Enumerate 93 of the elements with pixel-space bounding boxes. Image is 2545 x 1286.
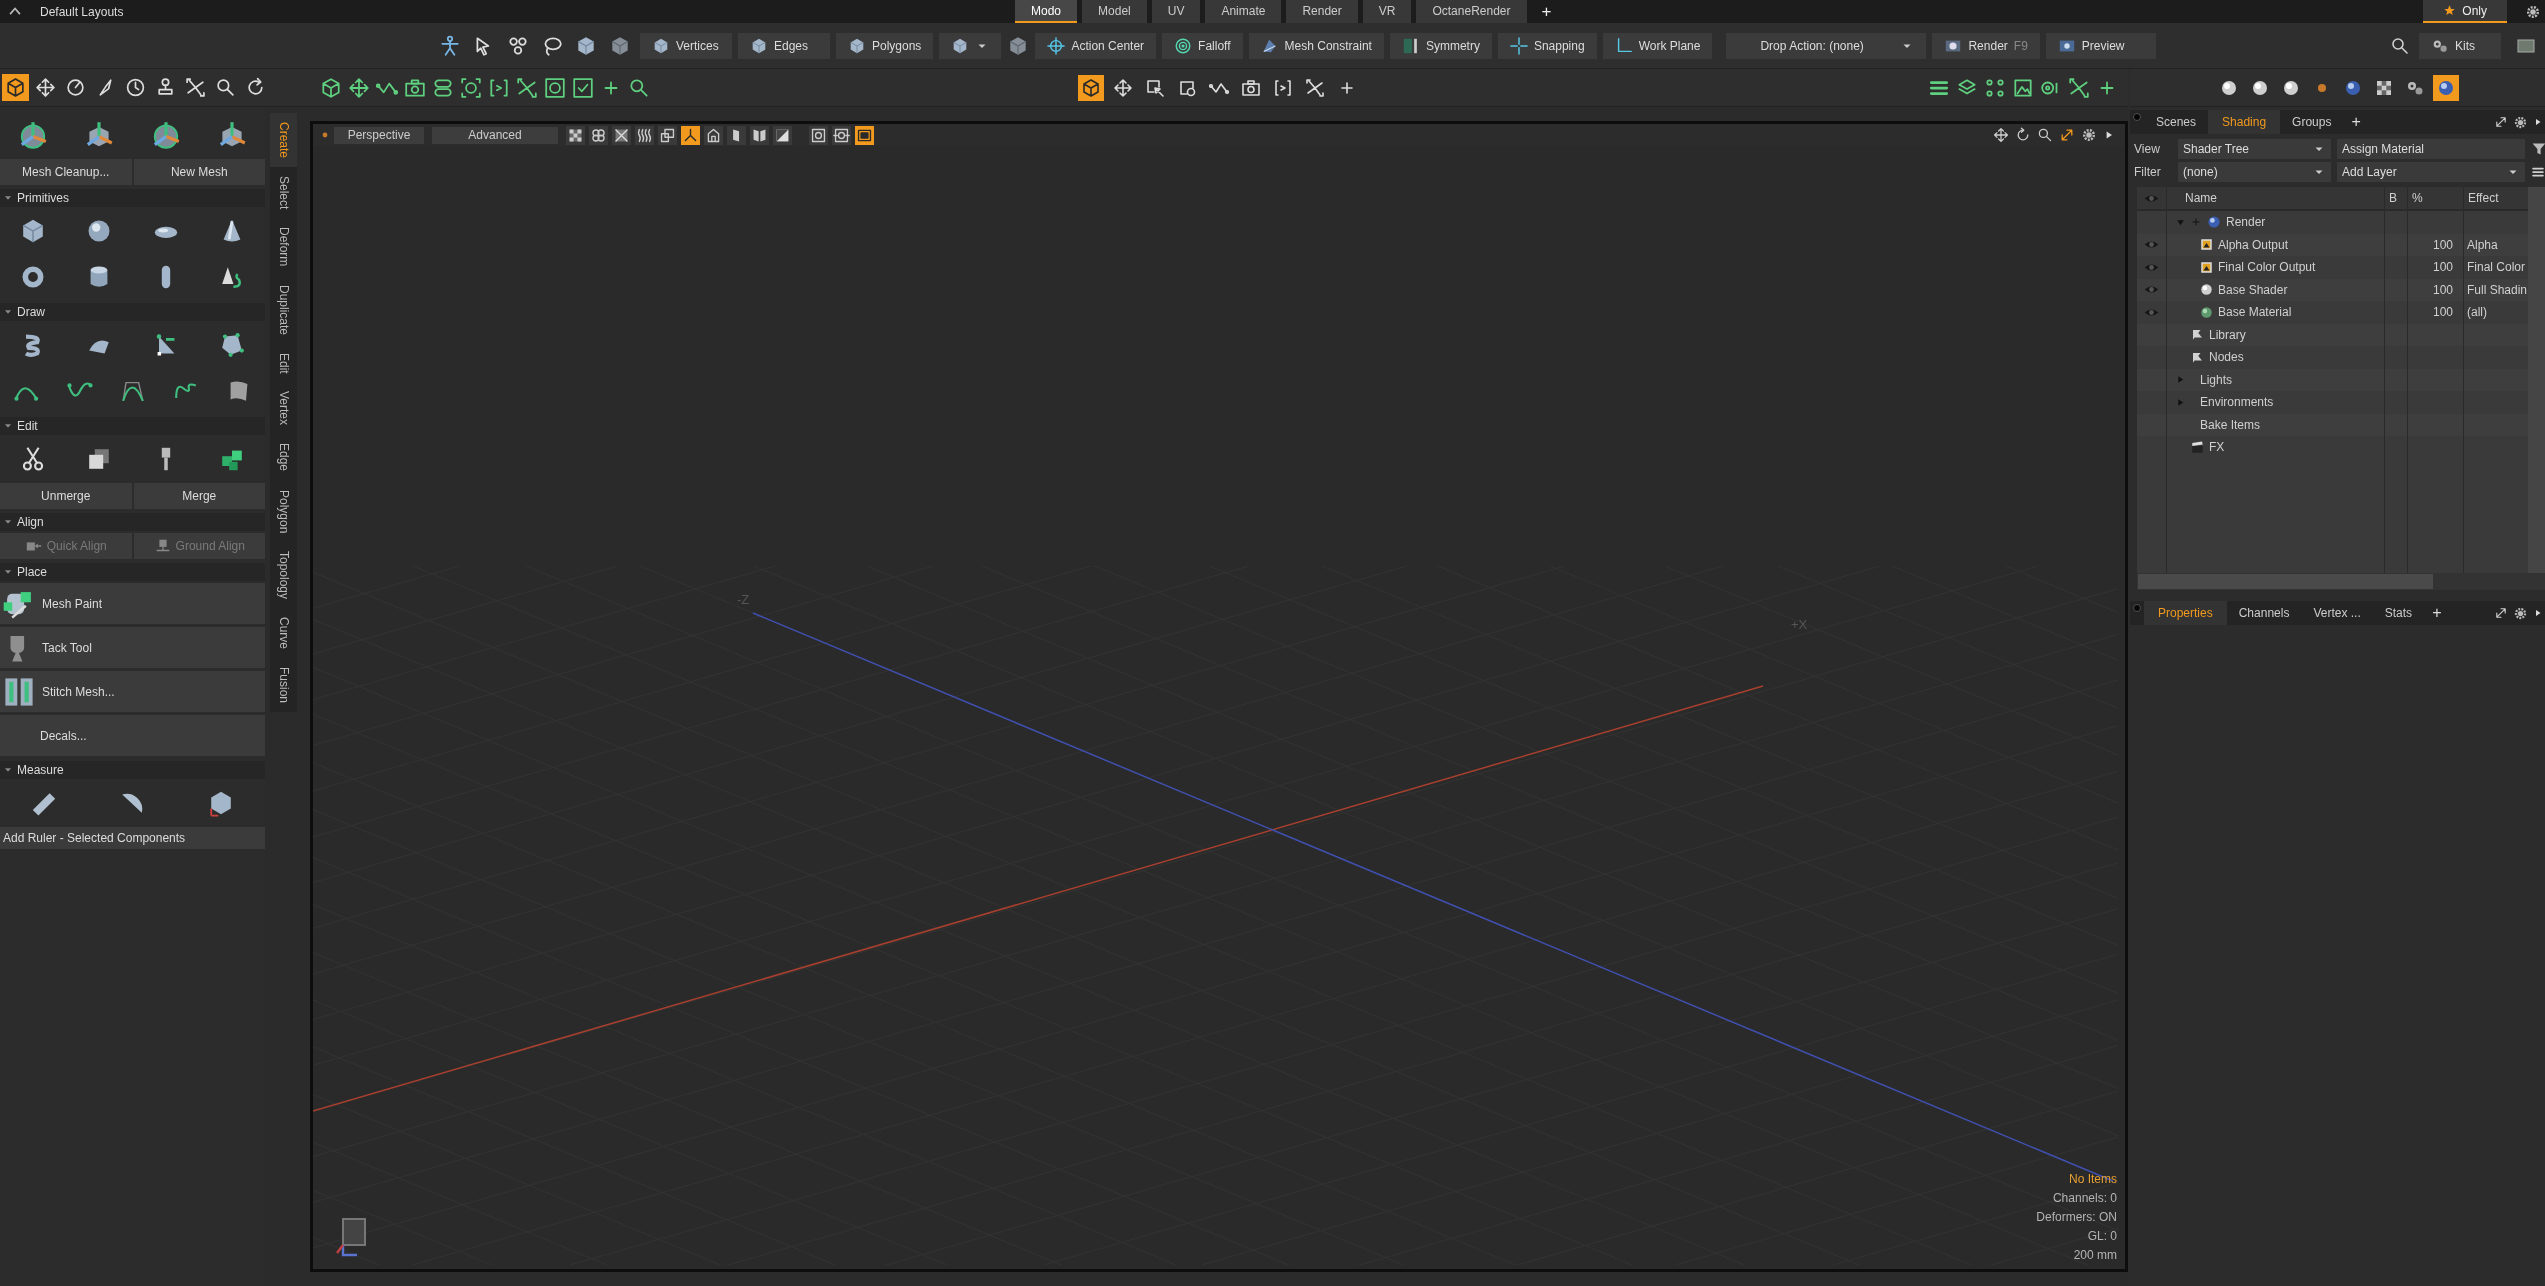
tool-button[interactable]: Stitch Mesh... bbox=[0, 671, 265, 712]
preview-button[interactable]: Preview bbox=[2045, 32, 2156, 59]
tool-button[interactable]: Action Center bbox=[1035, 32, 1157, 59]
layout-tab[interactable]: Render bbox=[1286, 0, 1358, 23]
tree-item-label[interactable]: Alpha Output bbox=[2218, 237, 2289, 252]
kits-button[interactable]: Kits bbox=[2419, 32, 2501, 59]
side-tab[interactable]: Edit bbox=[270, 343, 297, 383]
section-title: Place bbox=[17, 565, 48, 579]
stats-line: Channels: 0 bbox=[2052, 1190, 2117, 1207]
panel-tab[interactable]: Vertex ... bbox=[2301, 601, 2373, 625]
view-dropdown[interactable]: Perspective bbox=[334, 126, 424, 144]
tool-button[interactable]: New Mesh bbox=[133, 159, 265, 185]
tool-button[interactable]: Merge bbox=[133, 483, 265, 509]
effect-cell: (all) bbox=[2467, 305, 2487, 320]
side-tab[interactable]: Duplicate bbox=[270, 275, 297, 344]
shortcut-label: F9 bbox=[2013, 38, 2028, 53]
column-header[interactable]: % bbox=[2408, 187, 2464, 209]
column-header[interactable]: Name bbox=[2167, 187, 2385, 209]
tree-item-label[interactable]: Bake Items bbox=[2200, 417, 2261, 432]
section-title: Measure bbox=[17, 763, 64, 777]
add-tab-button[interactable]: + bbox=[2343, 110, 2369, 134]
tool-button[interactable]: Unmerge bbox=[0, 483, 132, 509]
panel-tab[interactable]: Scenes bbox=[2144, 110, 2209, 134]
selection-status: No Items bbox=[2069, 1171, 2117, 1188]
layout-tab[interactable]: Model bbox=[1082, 0, 1147, 23]
layout-title[interactable]: Default Layouts bbox=[30, 0, 1015, 23]
view-label: View bbox=[2133, 142, 2161, 156]
side-tab[interactable]: Select bbox=[270, 167, 297, 219]
effect-cell: Full Shadin bbox=[2467, 282, 2528, 297]
assign-material-button[interactable]: Assign Material bbox=[2337, 139, 2525, 159]
layout-tab[interactable]: Animate bbox=[1205, 0, 1282, 23]
tree-item-label[interactable]: Render bbox=[2226, 215, 2266, 230]
side-tab[interactable]: Create bbox=[270, 113, 297, 168]
layout-tab[interactable]: OctaneRender bbox=[1416, 0, 1527, 23]
percent-cell: 100 bbox=[2432, 260, 2453, 275]
layout-tab[interactable]: Modo bbox=[1015, 0, 1078, 23]
side-tab[interactable]: Vertex bbox=[270, 382, 297, 435]
percent-cell: 100 bbox=[2432, 282, 2453, 297]
effect-cell: Final Color bbox=[2467, 260, 2526, 275]
add-layout-button[interactable]: + bbox=[1531, 0, 1562, 23]
add-tab-button[interactable]: + bbox=[2424, 601, 2450, 625]
stats-line: 200 mm bbox=[2073, 1247, 2117, 1264]
tool-button[interactable]: Decals... bbox=[0, 715, 265, 756]
panel-tab[interactable]: Channels bbox=[2226, 601, 2302, 625]
percent-cell: 100 bbox=[2432, 305, 2453, 320]
tool-button[interactable]: Mesh Cleanup... bbox=[0, 159, 132, 185]
side-tab[interactable]: Polygon bbox=[270, 480, 297, 542]
tool-button[interactable]: Falloff bbox=[1162, 32, 1243, 59]
section-title: Draw bbox=[17, 305, 45, 319]
tree-item-label[interactable]: Lights bbox=[2200, 372, 2233, 387]
layout-tab[interactable]: VR bbox=[1362, 0, 1412, 23]
side-tab[interactable]: Deform bbox=[270, 218, 297, 276]
selection-mode-button[interactable]: Vertices bbox=[640, 32, 732, 59]
tree-item-label[interactable]: Library bbox=[2209, 327, 2246, 342]
render-button[interactable]: Render F9 bbox=[1932, 32, 2040, 59]
column-header[interactable]: B bbox=[2385, 187, 2408, 209]
panel-tab[interactable]: Properties bbox=[2144, 601, 2227, 625]
view-dropdown[interactable]: Shader Tree bbox=[2178, 139, 2331, 159]
side-tab[interactable]: Curve bbox=[270, 607, 297, 658]
tool-button[interactable]: Mesh Paint bbox=[0, 583, 265, 624]
add-layer-dropdown[interactable]: Add Layer bbox=[2337, 162, 2525, 182]
stats-line: GL: 0 bbox=[2087, 1228, 2117, 1245]
tree-item-label[interactable]: Base Material bbox=[2218, 305, 2292, 320]
tool-button[interactable]: Work Plane bbox=[1602, 32, 1713, 59]
panel-tab[interactable]: Shading bbox=[2208, 110, 2281, 134]
side-tab[interactable]: Topology bbox=[270, 541, 297, 608]
selection-mode-button[interactable]: Polygons bbox=[836, 32, 934, 59]
section-title: Edit bbox=[17, 419, 38, 433]
stats-line: Deformers: ON bbox=[2036, 1209, 2117, 1226]
side-tab[interactable]: Edge bbox=[270, 434, 297, 481]
filter-label: Filter bbox=[2133, 165, 2162, 179]
layout-tab[interactable]: UV bbox=[1151, 0, 1201, 23]
panel-tab[interactable]: Groups bbox=[2280, 110, 2344, 134]
panel-tab[interactable]: Stats bbox=[2372, 601, 2425, 625]
tool-button[interactable]: Add Ruler - Selected Components bbox=[0, 827, 265, 849]
style-dropdown[interactable]: Advanced bbox=[432, 126, 558, 144]
tree-item-label[interactable]: Base Shader bbox=[2218, 282, 2288, 297]
tool-button[interactable]: Mesh Constraint bbox=[1248, 32, 1384, 59]
tree-item-label[interactable]: FX bbox=[2209, 440, 2225, 455]
tree-item-label[interactable]: Environments bbox=[2200, 395, 2274, 410]
selection-mode-button[interactable]: Edges bbox=[738, 32, 830, 59]
tree-item-label[interactable]: Final Color Output bbox=[2218, 260, 2316, 275]
effect-cell: Alpha bbox=[2467, 237, 2498, 252]
tree-item-label[interactable]: Nodes bbox=[2209, 350, 2244, 365]
only-button[interactable]: Only bbox=[2423, 0, 2507, 23]
drop-action-dropdown[interactable]: Drop Action: (none) bbox=[1726, 32, 1927, 59]
tool-button[interactable]: Symmetry bbox=[1389, 32, 1492, 59]
side-tab[interactable]: Fusion bbox=[270, 657, 297, 712]
section-title: Align bbox=[17, 515, 44, 529]
section-title: Primitives bbox=[17, 191, 69, 205]
percent-cell: 100 bbox=[2432, 237, 2453, 252]
filter-dropdown[interactable]: (none) bbox=[2178, 162, 2331, 182]
tool-button[interactable]: Snapping bbox=[1497, 32, 1597, 59]
